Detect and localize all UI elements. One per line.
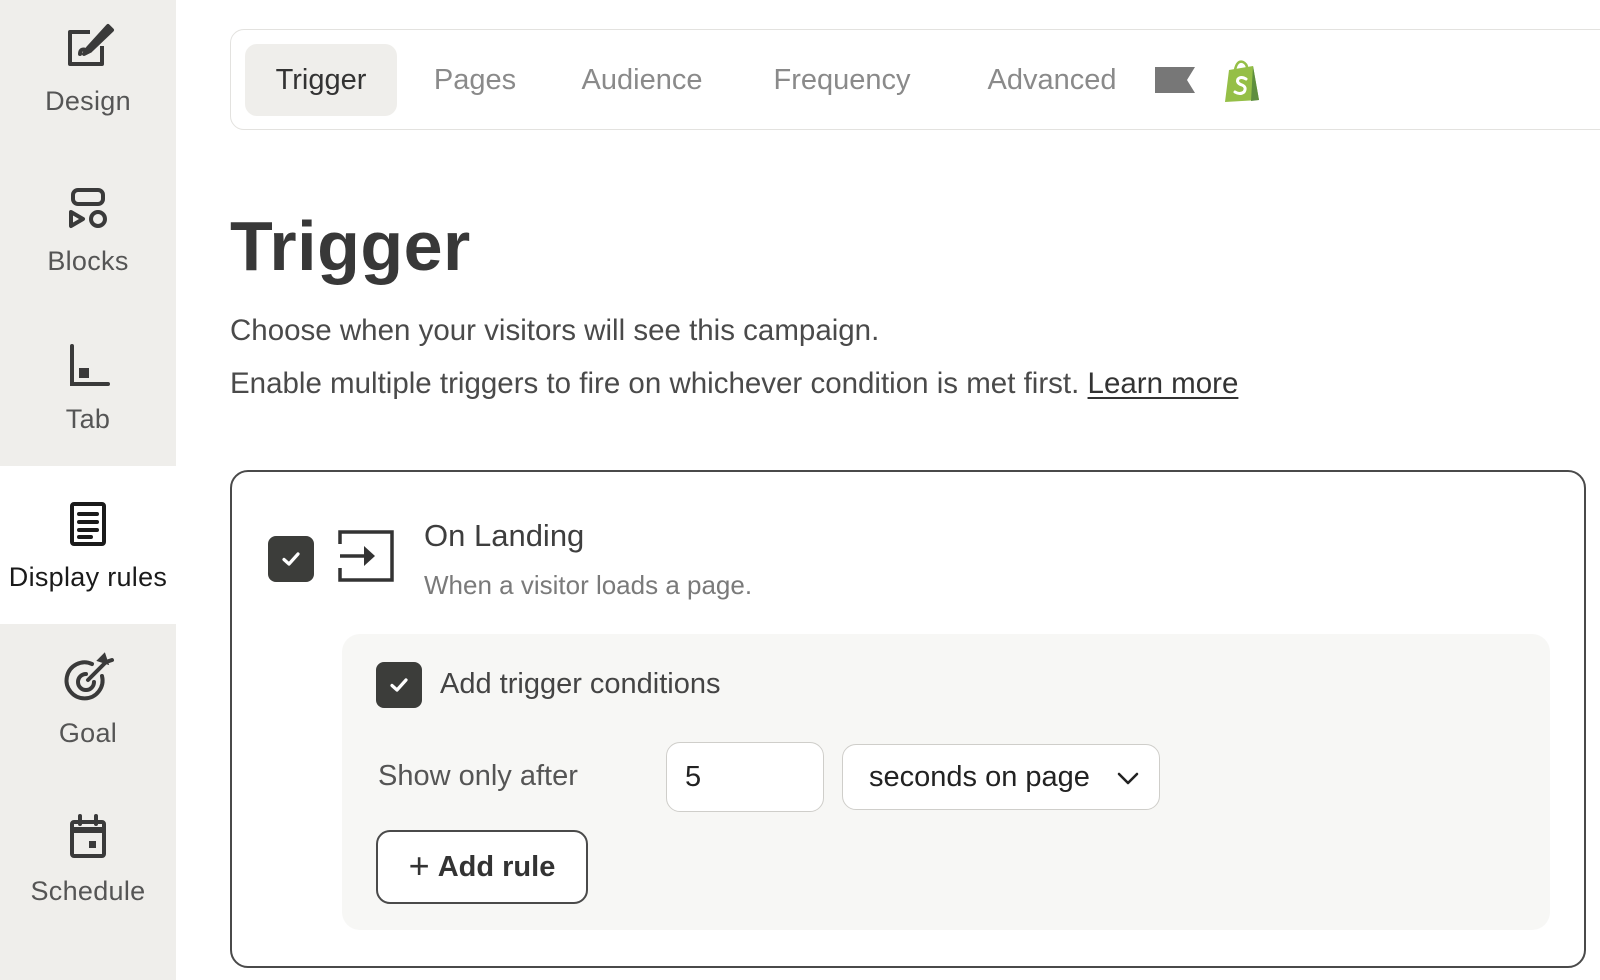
sidebar-item-label: Display rules [8, 562, 168, 592]
checkmark-icon [282, 552, 300, 566]
page-title: Trigger [230, 207, 471, 285]
add-trigger-conditions-checkbox[interactable] [376, 662, 422, 708]
sidebar: Design Blocks Tab Display rules Goal Sch… [0, 0, 176, 980]
trigger-conditions-panel: Add trigger conditions Show only after s… [342, 634, 1550, 930]
sidebar-item-label: Goal [58, 718, 118, 748]
sidebar-item-goal[interactable]: Goal [0, 650, 176, 808]
delay-unit-select[interactable]: seconds on page [842, 744, 1160, 810]
show-only-after-label: Show only after [378, 760, 578, 792]
paintbrush-icon [58, 18, 118, 78]
trigger-title: On Landing [424, 518, 585, 553]
tab-pages[interactable]: Pages [409, 44, 541, 116]
app: Design Blocks Tab Display rules Goal Sch… [0, 0, 1600, 980]
tab-frequency[interactable]: Frequency [751, 44, 933, 116]
enter-icon [338, 530, 394, 582]
checkmark-icon [390, 678, 408, 692]
page-description-line2: Enable multiple triggers to fire on whic… [230, 367, 1238, 401]
target-icon [58, 650, 118, 710]
tab-trigger[interactable]: Trigger [245, 44, 397, 116]
page-description-text: Enable multiple triggers to fire on whic… [230, 367, 1080, 400]
blocks-icon [58, 178, 118, 238]
tab-audience[interactable]: Audience [561, 44, 723, 116]
plus-icon: + [408, 844, 430, 886]
calendar-icon [58, 808, 118, 868]
sidebar-item-label: Schedule [30, 876, 146, 906]
add-rule-label: Add rule [437, 850, 556, 883]
trigger-subtitle: When a visitor loads a page. [424, 570, 753, 600]
on-landing-checkbox[interactable] [268, 536, 314, 582]
sidebar-item-label: Tab [65, 404, 111, 434]
trigger-card-on-landing: On Landing When a visitor loads a page. … [230, 470, 1586, 968]
delay-value-input[interactable] [666, 742, 824, 812]
chevron-down-icon [1117, 772, 1139, 785]
tab-advanced[interactable]: Advanced [965, 44, 1139, 116]
shopify-icon [1225, 60, 1259, 102]
sidebar-item-design[interactable]: Design [0, 18, 176, 176]
sidebar-item-schedule[interactable]: Schedule [0, 808, 176, 966]
sidebar-item-label: Design [45, 86, 131, 116]
sidebar-item-label: Blocks [47, 246, 129, 276]
document-icon [58, 494, 118, 554]
delay-unit-value: seconds on page [869, 760, 1090, 793]
flag-icon [1155, 67, 1195, 93]
add-trigger-conditions-label: Add trigger conditions [440, 668, 721, 700]
sidebar-item-display-rules[interactable]: Display rules [0, 466, 176, 624]
add-rule-button[interactable]: + Add rule [376, 830, 588, 904]
tab-bar: Trigger Pages Audience Frequency Advance… [230, 29, 1600, 130]
learn-more-link[interactable]: Learn more [1088, 367, 1239, 400]
sidebar-item-blocks[interactable]: Blocks [0, 178, 176, 336]
page-description: Choose when your visitors will see this … [230, 314, 880, 347]
tab-icon [58, 336, 118, 396]
